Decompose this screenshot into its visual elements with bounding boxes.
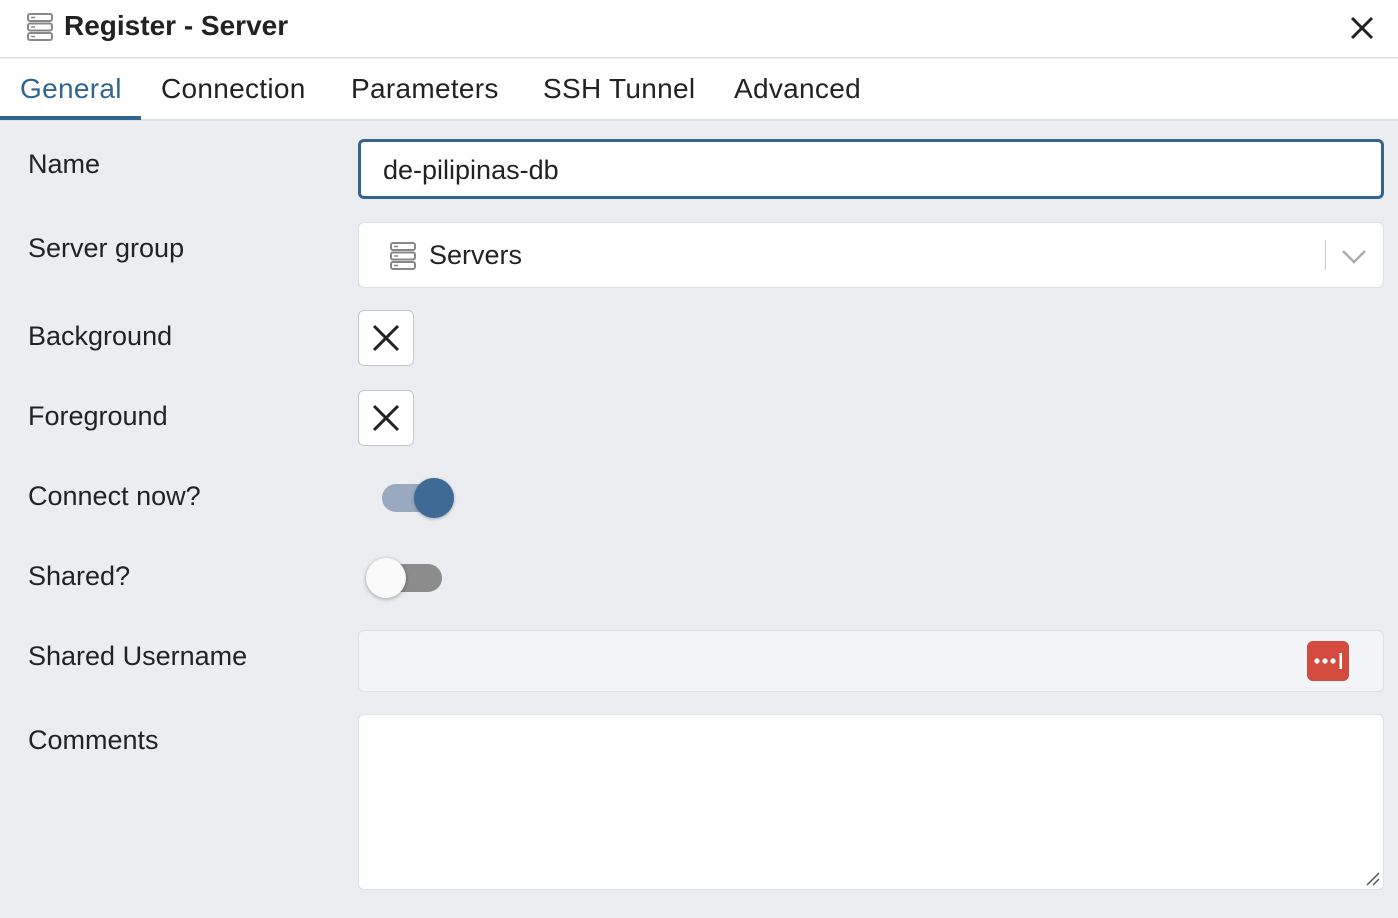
- name-input[interactable]: de-pilipinas-db: [358, 139, 1384, 199]
- active-tab-indicator: [0, 116, 141, 120]
- comments-label: Comments: [28, 725, 159, 755]
- name-input-value: de-pilipinas-db: [383, 155, 559, 185]
- toggle-knob: [366, 558, 406, 598]
- shared-label: Shared?: [28, 561, 131, 591]
- tab-advanced[interactable]: Advanced: [734, 59, 861, 119]
- no-color-icon: [372, 404, 400, 432]
- dialog-titlebar: Register - Server: [0, 0, 1398, 58]
- close-icon[interactable]: [1344, 10, 1380, 46]
- no-color-icon: [372, 324, 400, 352]
- dialog-title: Register - Server: [64, 10, 289, 41]
- shared-toggle[interactable]: [364, 556, 444, 600]
- foreground-color-picker[interactable]: [358, 390, 414, 446]
- comments-textarea[interactable]: [358, 714, 1384, 890]
- connect-now-toggle[interactable]: [380, 476, 456, 520]
- tab-bar: General Connection Parameters SSH Tunnel…: [0, 59, 1398, 121]
- name-label: Name: [28, 149, 101, 179]
- server-icon: [390, 242, 416, 270]
- foreground-label: Foreground: [28, 401, 168, 431]
- chevron-down-icon[interactable]: [1339, 243, 1369, 269]
- server-group-label: Server group: [28, 233, 185, 263]
- shared-username-input[interactable]: [358, 630, 1384, 692]
- connect-now-label: Connect now?: [28, 481, 201, 511]
- tab-connection[interactable]: Connection: [161, 59, 306, 119]
- tab-parameters[interactable]: Parameters: [351, 59, 499, 119]
- password-manager-icon[interactable]: [1307, 641, 1349, 681]
- shared-username-label: Shared Username: [28, 641, 248, 671]
- server-icon: [27, 13, 53, 41]
- tab-ssh-tunnel[interactable]: SSH Tunnel: [543, 59, 695, 119]
- toggle-knob: [414, 478, 454, 518]
- background-color-picker[interactable]: [358, 310, 414, 366]
- tab-general[interactable]: General: [20, 59, 122, 119]
- server-group-select[interactable]: Servers: [358, 222, 1384, 288]
- background-label: Background: [28, 321, 173, 351]
- select-separator: [1325, 240, 1326, 270]
- server-group-value: Servers: [429, 240, 523, 270]
- resize-handle-icon[interactable]: [1365, 871, 1381, 887]
